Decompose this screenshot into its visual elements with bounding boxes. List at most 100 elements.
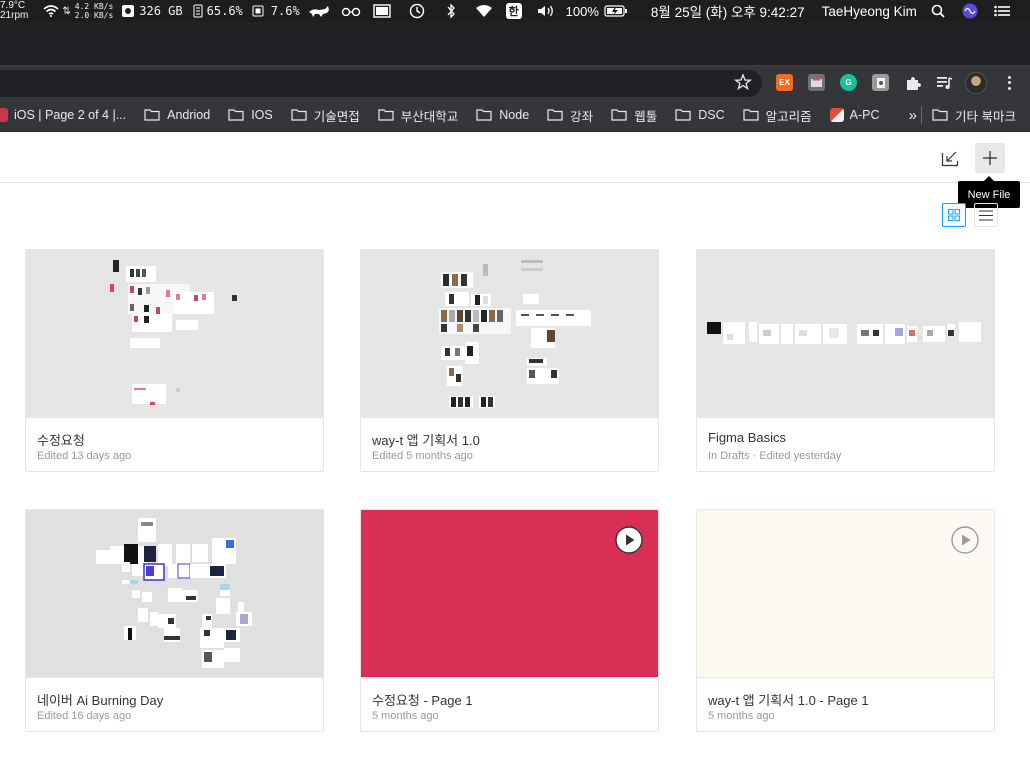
bookmark-label: 기술면접	[313, 109, 360, 124]
extension-screenshot-icon[interactable]	[808, 74, 825, 91]
bookmark-label: IOS	[251, 108, 273, 122]
bookmark-label: iOS | Page 2 of 4 |...	[14, 108, 127, 122]
play-prototype-icon[interactable]	[615, 526, 643, 554]
bookmark-label: DSC	[698, 108, 725, 122]
bookmarks-divider	[921, 106, 923, 124]
file-card[interactable]: 수정요청 Edited 13 days ago	[25, 249, 324, 472]
file-thumbnail	[697, 250, 994, 417]
battery-charging-icon[interactable]	[603, 4, 629, 18]
grammarly-icon[interactable]: G	[840, 74, 857, 91]
file-title: way-t 앱 기획서 1.0 - Page 1	[708, 693, 869, 708]
bookmark-label: Andriod	[167, 108, 211, 122]
extension-tool-icon[interactable]	[872, 74, 889, 91]
folder-icon	[743, 109, 759, 121]
bookmark-folder[interactable]: 기술면접	[291, 106, 360, 125]
file-title: way-t 앱 기획서 1.0	[372, 433, 480, 448]
file-subtitle: 5 months ago	[372, 710, 439, 722]
profile-avatar[interactable]	[965, 72, 987, 94]
file-card[interactable]: 네이버 Ai Burning Day Edited 16 days ago	[25, 509, 324, 732]
browser-menu-icon[interactable]	[1004, 73, 1014, 93]
bookmark-folder[interactable]: 강좌	[547, 106, 593, 125]
disk-readout: 326 GB	[139, 4, 183, 18]
bookmark-item[interactable]: A-PC	[829, 108, 880, 122]
bookmark-folder[interactable]: 알고리즘	[743, 106, 812, 125]
file-title: 수정요청 - Page 1	[372, 693, 473, 708]
bookmark-folder[interactable]: Andriod	[144, 108, 210, 122]
glasses-icon[interactable]	[340, 4, 362, 18]
file-subtitle: 5 months ago	[708, 710, 775, 722]
folder-icon	[476, 109, 492, 121]
bookmark-label: 기타 북마크	[955, 109, 1016, 124]
wifi-icon[interactable]	[474, 4, 494, 18]
file-meta: 수정요청 Edited 13 days ago	[26, 417, 323, 471]
site-favicon	[829, 108, 844, 122]
file-thumbnail	[26, 510, 323, 677]
bookmark-folder[interactable]: 부산대학교	[378, 106, 459, 125]
time-machine-icon[interactable]	[408, 3, 426, 19]
input-source-indicator[interactable]: 한	[505, 3, 522, 19]
volume-icon[interactable]	[536, 4, 556, 18]
folder-icon	[547, 109, 563, 121]
bookmark-label: 부산대학교	[400, 109, 459, 124]
folder-icon	[228, 109, 244, 121]
file-title: 네이버 Ai Burning Day	[37, 693, 164, 708]
extension-ex-icon[interactable]: EX	[776, 74, 793, 91]
cpu-widget[interactable]: 7.6%	[249, 0, 300, 22]
bookmark-star-icon[interactable]	[733, 73, 753, 91]
prototype-card[interactable]: way-t 앱 기획서 1.0 - Page 1 5 months ago	[696, 509, 995, 732]
plus-icon	[983, 151, 997, 165]
battery-percent: 100%	[565, 3, 599, 19]
bookmark-label: 웹툴	[634, 109, 658, 124]
list-view-icon	[979, 210, 993, 220]
file-meta: way-t 앱 기획서 1.0 - Page 1 5 months ago	[697, 677, 994, 731]
file-thumbnail	[26, 250, 323, 417]
figma-topbar	[0, 133, 1030, 183]
media-control-icon[interactable]	[936, 74, 953, 91]
file-title: 수정요청	[37, 433, 85, 448]
import-button[interactable]	[935, 143, 965, 173]
memory-readout: 65.6%	[206, 4, 243, 18]
bookmarks-bar: iOS | Page 2 of 4 |... Andriod IOS 기술면접 …	[0, 99, 1030, 132]
file-meta: way-t 앱 기획서 1.0 Edited 5 months ago	[361, 417, 658, 471]
bookmark-label: Node	[499, 108, 530, 122]
running-cat-icon[interactable]	[306, 4, 332, 18]
spotlight-search-icon[interactable]	[929, 4, 947, 18]
siri-icon[interactable]	[961, 3, 979, 19]
folder-icon	[144, 109, 160, 121]
bookmark-item[interactable]: iOS | Page 2 of 4 |...	[0, 108, 126, 122]
folder-icon	[611, 109, 627, 121]
folder-icon	[291, 109, 307, 121]
grid-view-button[interactable]	[942, 203, 966, 227]
file-card[interactable]: way-t 앱 기획서 1.0 Edited 5 months ago	[360, 249, 659, 472]
list-view-button[interactable]	[974, 203, 998, 227]
bookmark-folder[interactable]: DSC	[675, 108, 725, 122]
extensions-puzzle-icon[interactable]	[904, 74, 921, 91]
file-thumbnail	[361, 250, 658, 417]
bookmarks-overflow-chevron[interactable]: »	[909, 107, 917, 124]
disk-widget[interactable]: 326 GB	[119, 0, 183, 22]
clock[interactable]: 8월 25일 (화) 오후 9:42:27	[651, 1, 805, 21]
new-file-button[interactable]	[975, 143, 1005, 173]
file-title: Figma Basics	[708, 430, 787, 445]
file-card[interactable]: Figma Basics In Drafts · Edited yesterda…	[696, 249, 995, 472]
wifi-activity-icon	[42, 4, 60, 18]
bookmark-folder[interactable]: IOS	[228, 108, 273, 122]
prototype-card[interactable]: 수정요청 - Page 1 5 months ago	[360, 509, 659, 732]
bookmark-folder[interactable]: 웹툴	[611, 106, 657, 125]
network-widget[interactable]: ⇅ 4.2 KB/s 2.0 KB/s	[42, 0, 113, 22]
play-prototype-icon[interactable]	[951, 526, 979, 554]
memory-widget[interactable]: 65.6%	[189, 0, 243, 22]
file-meta: Figma Basics In Drafts · Edited yesterda…	[697, 417, 994, 471]
notification-center-icon[interactable]	[993, 4, 1011, 18]
user-name[interactable]: TaeHyeong Kim	[822, 4, 917, 19]
address-bar[interactable]	[0, 70, 762, 97]
macos-menu-bar: 7.9°C 21rpm ⇅ 4.2 KB/s 2.0 KB/s 326 GB 6…	[0, 0, 1030, 22]
grid-view-icon	[948, 209, 960, 221]
screen-icon[interactable]	[372, 4, 392, 18]
temp-fan-widget[interactable]: 7.9°C 21rpm	[0, 1, 28, 21]
other-bookmarks-folder[interactable]: 기타 북마크	[932, 106, 1016, 125]
file-meta: 네이버 Ai Burning Day Edited 16 days ago	[26, 677, 323, 731]
bluetooth-icon[interactable]	[442, 3, 460, 19]
bookmark-folder[interactable]: Node	[476, 108, 529, 122]
memory-icon	[189, 4, 207, 18]
